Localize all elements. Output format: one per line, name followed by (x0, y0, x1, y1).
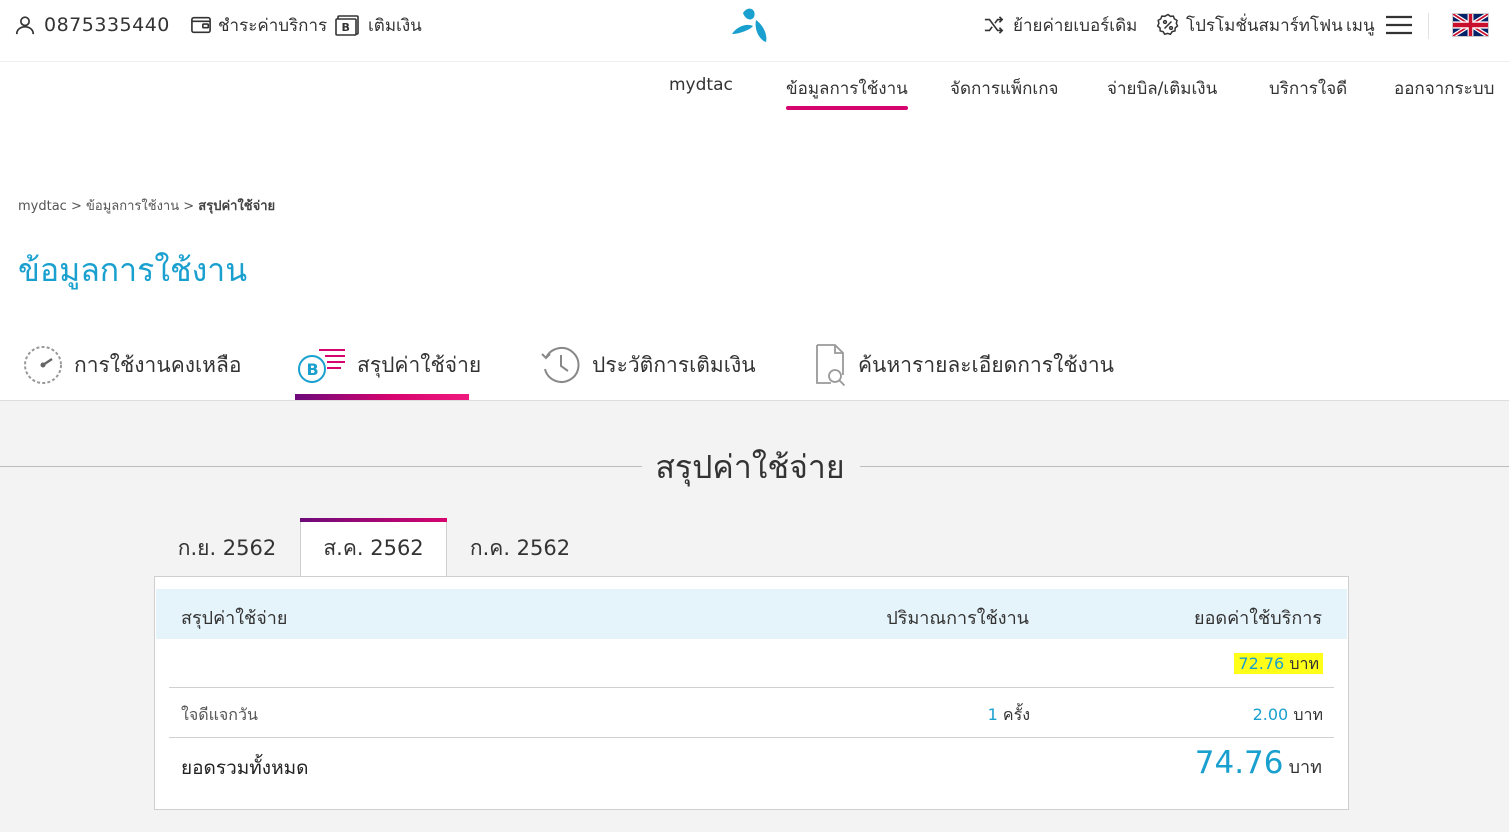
header-summary: สรุปค่าใช้จ่าย (181, 608, 288, 629)
amount-unit: บาท (1293, 705, 1323, 724)
tab-expense-summary[interactable]: B สรุปค่าใช้จ่าย (297, 335, 481, 395)
tab-label: ค้นหารายละเอียดการใช้งาน (858, 352, 1114, 377)
uk-flag-icon[interactable] (1452, 13, 1489, 37)
summary-title: สรุปค่าใช้จ่าย (655, 448, 845, 486)
row-label: ใจดีแจกวัน (181, 705, 258, 724)
menu-button[interactable]: เมนู (1346, 10, 1413, 40)
shuffle-icon (984, 16, 1004, 34)
amount-value: 72.76 (1238, 654, 1285, 673)
nav-mydtac[interactable]: mydtac (669, 75, 733, 105)
top-up-label: เติมเงิน (368, 15, 422, 36)
tab-label: ประวัติการเติมเงิน (592, 352, 756, 377)
heading-divider-left (0, 466, 642, 467)
promotion-label: โปรโมชั่นสมาร์ทโฟน (1186, 15, 1343, 36)
tab-search-usage-details[interactable]: ค้นหารายละเอียดการใช้งาน (814, 335, 1114, 395)
breadcrumb-item-usage[interactable]: ข้อมูลการใช้งาน (86, 199, 179, 214)
total-amount-cell: 74.76 บาท (1195, 745, 1322, 781)
quantity-unit: ครั้ง (1002, 705, 1030, 724)
nav-usage-info[interactable]: ข้อมูลการใช้งาน (786, 75, 908, 110)
header-usage-quantity: ปริมาณการใช้งาน (886, 608, 1029, 629)
breadcrumb: mydtac > ข้อมูลการใช้งาน > สรุปค่าใช้จ่า… (18, 195, 275, 216)
table-row: ใจดีแจกวัน 1 ครั้ง 2.00 บาท (169, 688, 1334, 738)
nav-jaidee-services[interactable]: บริการใจดี (1269, 75, 1347, 105)
phone-number: 0875335440 (44, 14, 170, 36)
top-bar: 0875335440 ชำระค่าบริการ B เติมเงิน ย้าย… (0, 0, 1509, 62)
tab-label: การใช้งานคงเหลือ (74, 352, 242, 377)
month-tab-aug-2562[interactable]: ส.ค. 2562 (300, 518, 447, 577)
table-header: สรุปค่าใช้จ่าย ปริมาณการใช้งาน ยอดค่าใช้… (156, 589, 1347, 639)
breadcrumb-item-mydtac[interactable]: mydtac (18, 199, 67, 214)
total-label: ยอดรวมทั้งหมด (181, 757, 309, 779)
heading-divider-right (860, 466, 1509, 467)
nav-logout[interactable]: ออกจากระบบ (1394, 75, 1494, 105)
amount-unit: บาท (1289, 654, 1319, 673)
tab-remaining-usage[interactable]: การใช้งานคงเหลือ (22, 335, 242, 395)
tab-label: สรุปค่าใช้จ่าย (357, 352, 482, 377)
menu-label: เมนู (1346, 15, 1375, 36)
amount-cell: 72.76 บาท (1234, 652, 1323, 677)
promotion-link[interactable]: โปรโมชั่นสมาร์ทโฟน (1156, 10, 1343, 40)
document-search-icon (816, 344, 846, 387)
amount-cell: 2.00 บาท (1253, 703, 1323, 728)
month-tab-sep-2562[interactable]: ก.ย. 2562 (154, 519, 300, 577)
table-row: 72.76 บาท (169, 639, 1334, 688)
user-icon (15, 16, 35, 35)
breadcrumb-separator: > (70, 199, 82, 214)
breadcrumb-item-current: สรุปค่าใช้จ่าย (198, 199, 276, 214)
total-amount-unit: บาท (1288, 757, 1322, 778)
topbar-divider (1428, 13, 1429, 39)
account-phone[interactable]: 0875335440 (14, 10, 170, 40)
svg-text:B: B (307, 360, 319, 379)
top-up-link[interactable]: B เติมเงิน (334, 10, 422, 40)
baht-card-icon: B (335, 15, 359, 36)
history-clock-icon (541, 346, 580, 383)
dtac-logo[interactable] (728, 4, 774, 44)
month-tab-jul-2562[interactable]: ก.ค. 2562 (447, 519, 593, 577)
quantity-cell: 1 ครั้ง (988, 703, 1030, 728)
move-network-label: ย้ายค่ายเบอร์เดิม (1013, 15, 1138, 36)
move-network-link[interactable]: ย้ายค่ายเบอร์เดิม (983, 10, 1137, 40)
highlighted-amount: 72.76 บาท (1234, 653, 1323, 674)
svg-text:B: B (342, 21, 350, 34)
hamburger-icon (1385, 15, 1412, 35)
total-amount-value: 74.76 (1194, 745, 1284, 781)
page-title: ข้อมูลการใช้งาน (18, 251, 248, 289)
nav-pay-topup[interactable]: จ่ายบิล/เติมเงิน (1107, 75, 1217, 105)
quantity-value: 1 (987, 705, 998, 724)
amount-value: 2.00 (1252, 705, 1289, 724)
header-service-charge: ยอดค่าใช้บริการ (1194, 608, 1322, 629)
baht-bill-icon: B (298, 349, 345, 383)
percent-badge-icon (1156, 13, 1179, 36)
speedometer-icon (24, 346, 62, 384)
pay-bill-link[interactable]: ชำระค่าบริการ (190, 10, 327, 40)
pay-bill-label: ชำระค่าบริการ (218, 15, 328, 36)
wallet-icon (191, 16, 211, 34)
tab-topup-history[interactable]: ประวัติการเติมเงิน (540, 335, 756, 395)
breadcrumb-separator: > (183, 199, 195, 214)
expense-summary-table: สรุปค่าใช้จ่าย ปริมาณการใช้งาน ยอดค่าใช้… (154, 576, 1349, 810)
nav-manage-package[interactable]: จัดการแพ็กเกจ (950, 75, 1059, 105)
